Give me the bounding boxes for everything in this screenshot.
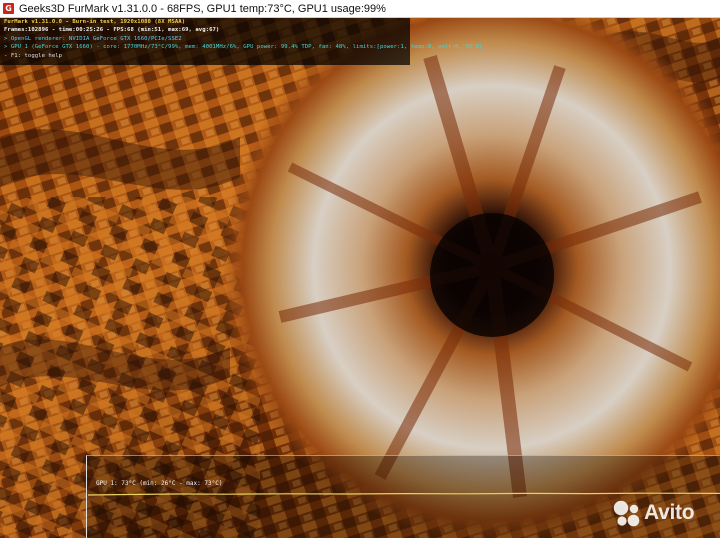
temperature-line	[87, 492, 720, 496]
avito-logo-icon	[613, 500, 640, 527]
avito-watermark: Avito	[612, 498, 712, 528]
hud-gpu-line: > GPU 1 (GeForce GTX 1660) - core: 1770M…	[4, 44, 483, 50]
temperature-graph-label: GPU 1: 73°C (min: 26°C - max: 73°C)	[96, 480, 223, 487]
hud-help-line: - F1: toggle help	[4, 53, 63, 59]
hud-panel: FurMark v1.31.0.0 - Burn-in test, 1920x1…	[0, 17, 482, 65]
hud-renderer-line: > OpenGL renderer: NVIDIA GeForce GTX 16…	[4, 36, 182, 42]
title-bar[interactable]: G Geeks3D FurMark v1.31.0.0 - 68FPS, GPU…	[0, 0, 720, 18]
window-title: Geeks3D FurMark v1.31.0.0 - 68FPS, GPU1 …	[19, 2, 386, 15]
hud-frames-line: Frames:102896 - time:00:25:26 - FPS:68 (…	[4, 27, 220, 33]
furmark-window: G Geeks3D FurMark v1.31.0.0 - 68FPS, GPU…	[0, 0, 720, 538]
hud-title-line: FurMark v1.31.0.0 - Burn-in test, 1920x1…	[4, 19, 186, 25]
avito-watermark-text: Avito	[644, 501, 695, 524]
furmark-app-icon[interactable]: G	[3, 3, 14, 14]
